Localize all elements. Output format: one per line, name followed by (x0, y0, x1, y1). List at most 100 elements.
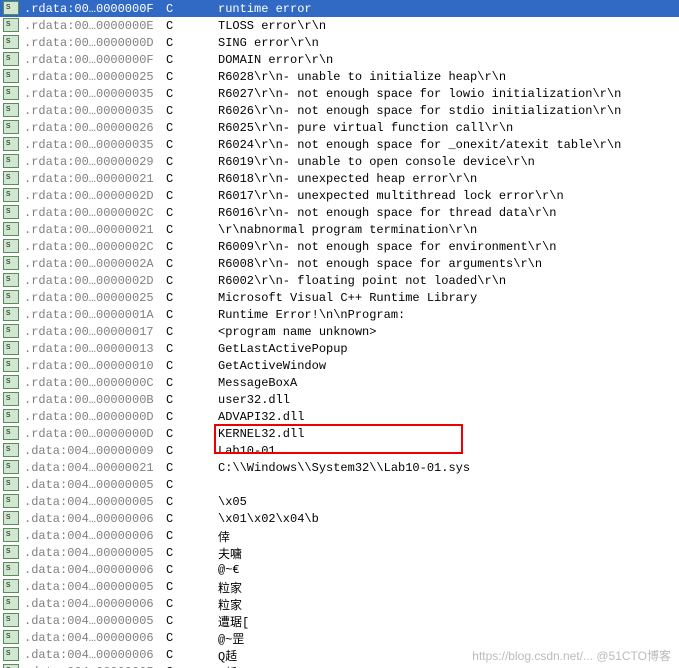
type-cell: C (160, 393, 216, 407)
string-icon (0, 272, 22, 290)
string-icon (0, 51, 22, 69)
string-cell: 倖 (216, 528, 230, 545)
string-cell: R6025\r\n- pure virtual function call\r\… (216, 121, 513, 135)
string-icon (0, 102, 22, 120)
string-cell: R6026\r\n- not enough space for stdio in… (216, 104, 621, 118)
table-row[interactable]: .rdata:00…0000000DCADVAPI32.dll (0, 408, 679, 425)
type-cell: C (160, 223, 216, 237)
table-row[interactable]: .rdata:00…00000010CGetActiveWindow (0, 357, 679, 374)
table-row[interactable]: .rdata:00…00000021C\r\nabnormal program … (0, 221, 679, 238)
table-row[interactable]: .rdata:00…0000000DCSING error\r\n (0, 34, 679, 51)
address-cell: 00000035 (96, 104, 160, 118)
type-cell: C (160, 36, 216, 50)
segment-cell: .rdata:00… (22, 393, 96, 407)
table-row[interactable]: .rdata:00…00000035CR6024\r\n- not enough… (0, 136, 679, 153)
table-row[interactable]: .rdata:00…00000035CR6026\r\n- not enough… (0, 102, 679, 119)
table-row[interactable]: .rdata:00…00000013CGetLastActivePopup (0, 340, 679, 357)
segment-cell: .rdata:00… (22, 291, 96, 305)
type-cell: C (160, 53, 216, 67)
segment-cell: .rdata:00… (22, 19, 96, 33)
type-cell: C (160, 461, 216, 475)
table-row[interactable]: .data:004…00000006C\x01\x02\x04\b (0, 510, 679, 527)
address-cell: 00000005 (96, 495, 160, 509)
strings-window[interactable]: .rdata:00…0000000FCruntime error .rdata:… (0, 0, 679, 668)
string-icon (0, 204, 22, 222)
string-cell: TLOSS error\r\n (216, 19, 326, 33)
segment-cell: .rdata:00… (22, 172, 96, 186)
type-cell: C (160, 308, 216, 322)
table-row[interactable]: .rdata:00…0000002DCR6017\r\n- unexpected… (0, 187, 679, 204)
table-row[interactable]: .data:004…00000005C夫嘃 (0, 544, 679, 561)
address-cell: 00000009 (96, 444, 160, 458)
segment-cell: .rdata:00… (22, 138, 96, 152)
table-row[interactable]: .rdata:00…0000000CCMessageBoxA (0, 374, 679, 391)
table-row[interactable]: .data:004…00000006C 倖 (0, 527, 679, 544)
segment-cell: .data:004… (22, 563, 96, 577)
table-row[interactable]: .rdata:00…0000002ACR6008\r\n- not enough… (0, 255, 679, 272)
address-cell: 00000006 (96, 529, 160, 543)
table-row[interactable]: .data:004…00000006C@~€ (0, 561, 679, 578)
type-cell: C (160, 580, 216, 594)
table-row[interactable]: .data:004…00000006C@~罡 (0, 629, 679, 646)
table-row[interactable]: .rdata:00…0000000BCuser32.dll (0, 391, 679, 408)
string-icon (0, 527, 22, 545)
address-cell: 0000002D (96, 274, 160, 288)
string-icon (0, 357, 22, 375)
table-row[interactable]: .rdata:00…0000000DCKERNEL32.dll (0, 425, 679, 442)
address-cell: 0000000E (96, 19, 160, 33)
string-icon (0, 68, 22, 86)
segment-cell: .data:004… (22, 478, 96, 492)
segment-cell: .data:004… (22, 580, 96, 594)
table-row[interactable]: .rdata:00…0000002CCR6009\r\n- not enough… (0, 238, 679, 255)
table-row[interactable]: .data:004…00000005C\x05 (0, 493, 679, 510)
table-row[interactable]: .data:004…00000005C粒家 (0, 578, 679, 595)
table-row[interactable]: .rdata:00…0000002DCR6002\r\n- floating p… (0, 272, 679, 289)
table-row[interactable]: .rdata:00…0000002CCR6016\r\n- not enough… (0, 204, 679, 221)
table-row[interactable]: .data:004…00000009CLab10-01 (0, 442, 679, 459)
string-icon (0, 17, 22, 35)
type-cell: C (160, 410, 216, 424)
table-row[interactable]: .data:004…00000005C_趏 (0, 663, 679, 668)
string-cell: R6027\r\n- not enough space for lowio in… (216, 87, 621, 101)
string-icon (0, 595, 22, 613)
type-cell: C (160, 563, 216, 577)
strings-table[interactable]: .rdata:00…0000000FCruntime error .rdata:… (0, 0, 679, 668)
string-icon (0, 612, 22, 630)
string-icon (0, 629, 22, 647)
address-cell: 00000029 (96, 155, 160, 169)
address-cell: 0000000B (96, 393, 160, 407)
string-icon (0, 187, 22, 205)
table-row[interactable]: .rdata:00…00000035CR6027\r\n- not enough… (0, 85, 679, 102)
type-cell: C (160, 19, 216, 33)
segment-cell: .rdata:00… (22, 342, 96, 356)
segment-cell: .data:004… (22, 546, 96, 560)
address-cell: 00000006 (96, 512, 160, 526)
table-row[interactable]: .rdata:00…00000021CR6018\r\n- unexpected… (0, 170, 679, 187)
table-row[interactable]: .rdata:00…0000001ACRuntime Error!\n\nPro… (0, 306, 679, 323)
table-row[interactable]: .data:004…00000006CQ趏 (0, 646, 679, 663)
string-cell: @~€ (216, 563, 240, 577)
table-row[interactable]: .rdata:00…0000000FCruntime error (0, 0, 679, 17)
table-row[interactable]: .rdata:00…0000000FCDOMAIN error\r\n (0, 51, 679, 68)
table-row[interactable]: .data:004…00000005C遭琚[ (0, 612, 679, 629)
string-icon (0, 493, 22, 511)
table-row[interactable]: .rdata:00…00000025CMicrosoft Visual C++ … (0, 289, 679, 306)
string-icon (0, 374, 22, 392)
type-cell: C (160, 172, 216, 186)
table-row[interactable]: .rdata:00…00000026CR6025\r\n- pure virtu… (0, 119, 679, 136)
address-cell: 0000000D (96, 427, 160, 441)
table-row[interactable]: .rdata:00…00000029CR6019\r\n- unable to … (0, 153, 679, 170)
type-cell: C (160, 2, 216, 16)
address-cell: 00000035 (96, 87, 160, 101)
table-row[interactable]: .rdata:00…00000025CR6028\r\n- unable to … (0, 68, 679, 85)
table-row[interactable]: .data:004…00000005C (0, 476, 679, 493)
table-row[interactable]: .rdata:00…0000000ECTLOSS error\r\n (0, 17, 679, 34)
type-cell: C (160, 189, 216, 203)
type-cell: C (160, 512, 216, 526)
string-icon (0, 238, 22, 256)
table-row[interactable]: .data:004…00000021CC:\\Windows\\System32… (0, 459, 679, 476)
table-row[interactable]: .rdata:00…00000017C<program name unknown… (0, 323, 679, 340)
address-cell: 00000005 (96, 478, 160, 492)
table-row[interactable]: .data:004…00000006C粒家 (0, 595, 679, 612)
string-cell: user32.dll (216, 393, 290, 407)
